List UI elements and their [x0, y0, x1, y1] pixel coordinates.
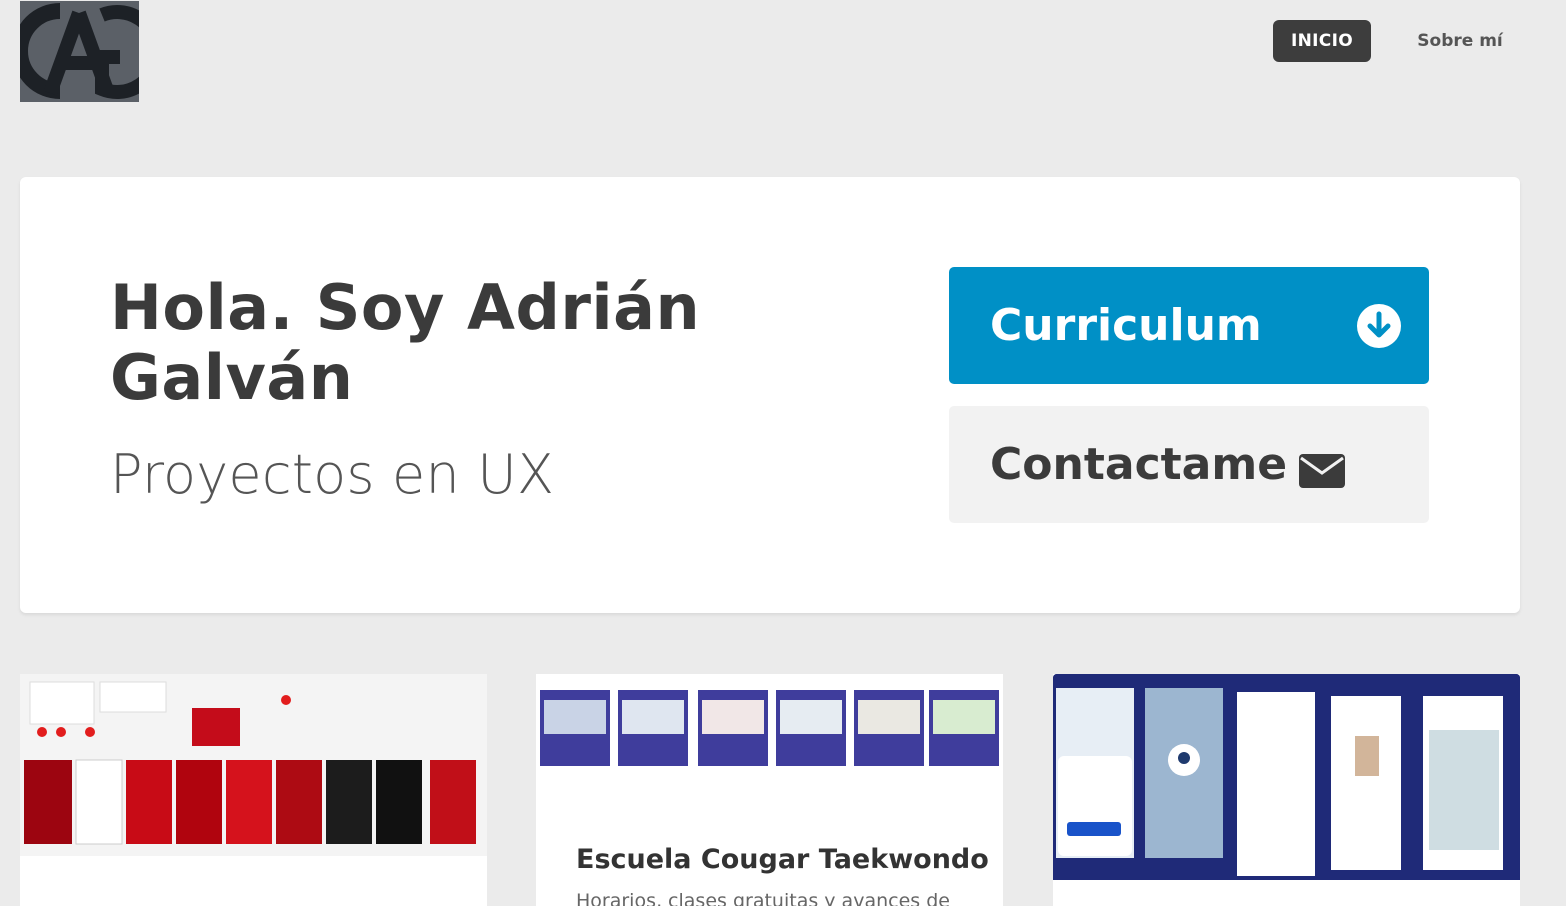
contact-button[interactable]: Contactame [949, 406, 1429, 523]
nav-sobre-mi[interactable]: Sobre mí [1400, 20, 1520, 62]
hero-card: Hola. Soy Adrián Galván Proyectos en UX … [20, 177, 1520, 613]
curriculum-label: Curriculum [990, 300, 1262, 351]
project-card-pizza[interactable] [20, 674, 487, 906]
envelope-icon [1299, 448, 1346, 488]
contact-label: Contactame [990, 439, 1288, 490]
project-card-doctores[interactable] [1053, 674, 1520, 906]
project-title: Escuela Cougar Taekwondo [576, 844, 989, 875]
curriculum-button[interactable]: Curriculum [949, 267, 1429, 384]
project-card-taekwondo[interactable]: Escuela Cougar Taekwondo Horarios, clase… [536, 674, 1003, 906]
project-description: Horarios, clases gratuitas y avances de [576, 890, 950, 906]
nav-inicio[interactable]: INICIO [1273, 20, 1371, 62]
project-thumbnail [1053, 674, 1520, 880]
hero-subtitle: Proyectos en UX [110, 443, 555, 506]
site-logo[interactable] [20, 1, 139, 102]
project-thumbnail [536, 674, 1003, 794]
project-thumbnail [20, 674, 487, 856]
download-circle-icon [1357, 304, 1401, 348]
hero-title: Hola. Soy Adrián Galván [110, 271, 701, 414]
